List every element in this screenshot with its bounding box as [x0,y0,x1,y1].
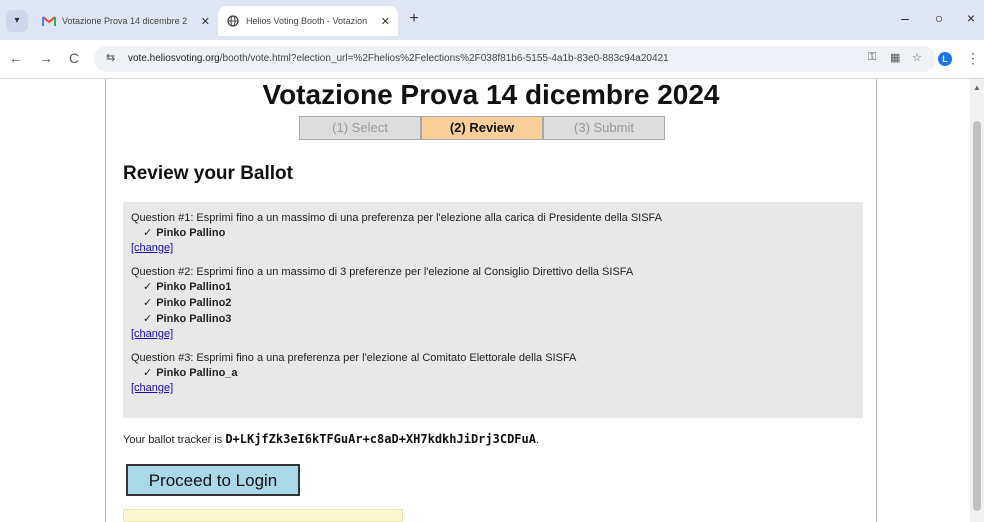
globe-icon [226,14,240,28]
tab-label: Helios Voting Booth - Votazion [246,16,368,26]
ballot-summary: Question #1: Esprimi fino a un massimo d… [123,202,863,418]
check-icon: ✓ [143,297,153,309]
maximize-button[interactable]: ○ [924,10,954,26]
scrollbar-thumb[interactable] [973,121,981,511]
back-button[interactable]: ← [6,50,26,66]
check-icon: ✓ [143,281,153,293]
gmail-icon [42,14,56,28]
tab-helios-booth[interactable]: Helios Voting Booth - Votazion ✕ [218,6,398,36]
step-select: (1) Select [299,116,421,140]
translate-icon[interactable]: ▦ [890,51,900,64]
page-viewport: Votazione Prova 14 dicembre 2024 (1) Sel… [0,79,984,522]
url-text[interactable]: vote.heliosvoting.org/booth/vote.html?el… [128,53,669,64]
question-text: Question #1: Esprimi fino a un massimo d… [131,212,662,224]
tab-close-icon[interactable]: ✕ [381,15,390,28]
question-summary-2: Question #2: Esprimi fino a un massimo d… [131,265,855,341]
step-review: (2) Review [421,116,543,140]
change-link[interactable]: [change] [131,242,173,254]
tab-gmail[interactable]: Votazione Prova 14 dicembre 2 ✕ [34,6,218,36]
tracker-label: Your ballot tracker is [123,434,226,446]
step-submit: (3) Submit [543,116,665,140]
close-window-button[interactable]: × [956,10,984,26]
selected-choice: ✓ Pinko Pallino1 [143,281,232,293]
check-icon: ✓ [143,227,153,239]
forward-button[interactable]: → [36,50,56,66]
notice-box [123,509,403,522]
voting-booth-panel: Votazione Prova 14 dicembre 2024 (1) Sel… [105,79,877,522]
browser-tab-strip: ▾ Votazione Prova 14 dicembre 2 ✕ Helios… [0,0,984,40]
new-tab-button[interactable]: + [404,10,424,28]
question-summary-3: Question #3: Esprimi fino a una preferen… [131,351,855,395]
selected-choice: ✓ Pinko Pallino2 [143,297,232,309]
address-bar[interactable]: ⇆ vote.heliosvoting.org/booth/vote.html?… [94,46,936,72]
profile-avatar[interactable]: L [938,52,952,66]
change-link[interactable]: [change] [131,382,173,394]
question-text: Question #2: Esprimi fino a un massimo d… [131,266,634,278]
tab-search-chevron-down-icon[interactable]: ▾ [6,10,28,32]
booth-progress-steps: (1) Select (2) Review (3) Submit [299,116,665,140]
menu-kebab-icon[interactable]: ⋮ [966,50,980,67]
question-text: Question #3: Esprimi fino a una preferen… [131,352,577,364]
tab-label: Votazione Prova 14 dicembre 2 [62,16,188,26]
check-icon: ✓ [143,367,153,379]
check-icon: ✓ [143,313,153,325]
minimize-button[interactable]: – [890,10,920,26]
page-heading: Review your Ballot [123,163,293,184]
bookmark-star-icon[interactable]: ☆ [912,51,922,64]
election-title: Votazione Prova 14 dicembre 2024 [262,79,720,110]
proceed-to-login-button[interactable]: Proceed to Login [126,464,300,496]
site-info-icon[interactable]: ⇆ [106,51,115,64]
selected-choice: ✓ Pinko Pallino [143,227,226,239]
tracker-code: D+LKjfZk3eI6kTFGuAr+c8aD+XH7kdkhJiDrj3CD… [225,432,536,446]
selected-choice: ✓ Pinko Pallino3 [143,313,232,325]
ballot-tracker: Your ballot tracker is D+LKjfZk3eI6kTFGu… [123,432,540,446]
reload-button[interactable]: C [64,50,84,66]
question-summary-1: Question #1: Esprimi fino a un massimo d… [131,211,855,255]
scroll-up-arrow-icon[interactable]: ▲ [973,83,981,92]
page-scrollbar[interactable]: ▲ [970,79,984,522]
address-toolbar: ← → C ⇆ vote.heliosvoting.org/booth/vote… [0,40,984,79]
password-key-icon[interactable]: ⚿ [868,51,876,64]
change-link[interactable]: [change] [131,328,173,340]
selected-choice: ✓ Pinko Pallino_a [143,367,238,379]
tab-close-icon[interactable]: ✕ [201,15,210,28]
